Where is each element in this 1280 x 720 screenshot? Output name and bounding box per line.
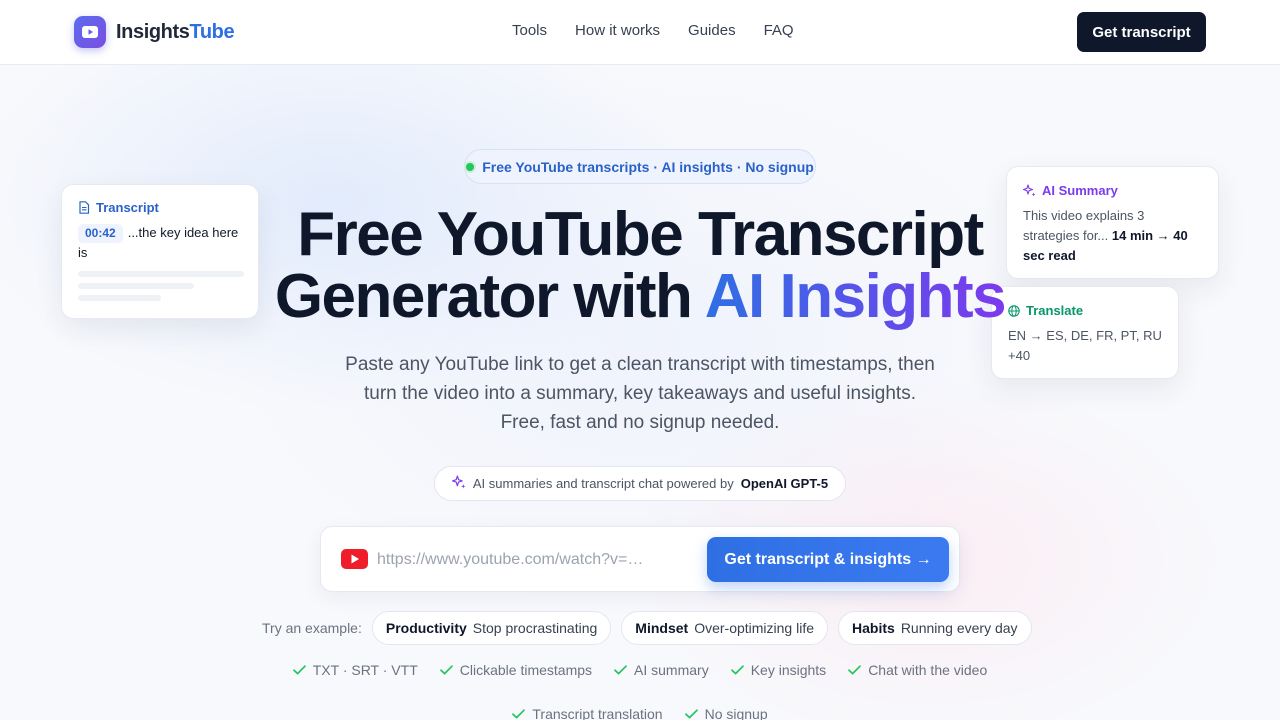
- chip-category: Habits: [852, 620, 895, 636]
- translate-card-body: EN → ES, DE, FR, PT, RU +40: [1008, 328, 1162, 363]
- chip-category: Mindset: [635, 620, 689, 636]
- title-line-2-plain: Generator with: [274, 262, 705, 331]
- get-transcript-insights-button[interactable]: Get transcript & insights →: [707, 537, 949, 582]
- feature-label: Chat with the video: [868, 662, 988, 678]
- chip-text: Running every day: [900, 620, 1018, 636]
- hero-badge-text: Free YouTube transcripts · AI insights ·…: [482, 158, 814, 175]
- powered-by-text: AI summaries and transcript chat powered…: [472, 476, 734, 491]
- page-title: Free YouTube Transcript Generator with A…: [0, 204, 1280, 328]
- feature-label: AI summary: [634, 662, 709, 678]
- sparkle-icon: [451, 475, 466, 492]
- feature-item: AI summary: [614, 662, 709, 678]
- nav-item-how-it-works[interactable]: How it works: [575, 22, 660, 39]
- feature-list-row-2: Transcript translation No signup: [0, 706, 1280, 720]
- get-transcript-button[interactable]: Get transcript: [1077, 12, 1206, 52]
- feature-label: Transcript translation: [532, 706, 663, 720]
- check-icon: [684, 706, 698, 720]
- nav-item-tools[interactable]: Tools: [512, 22, 547, 39]
- examples-label: Try an example:: [262, 620, 362, 636]
- feature-label: TXT · SRT · VTT: [312, 662, 418, 678]
- brand-logo[interactable]: InsightsTube: [74, 16, 235, 48]
- check-icon: [730, 662, 744, 678]
- title-accent: AI Insights: [704, 262, 1007, 331]
- feature-item: Transcript translation: [512, 706, 663, 720]
- chip-text: Over-optimizing life: [694, 620, 815, 636]
- check-icon: [292, 662, 306, 678]
- summary-card-title: AI Summary: [1042, 183, 1118, 198]
- nav-item-guides[interactable]: Guides: [688, 22, 736, 39]
- play-icon: [74, 16, 106, 48]
- brand-name: InsightsTube: [116, 20, 235, 44]
- status-dot: [466, 162, 475, 171]
- example-chip-productivity[interactable]: Productivity Stop procrastinating: [371, 611, 612, 645]
- feature-label: Key insights: [750, 662, 827, 678]
- example-chip-mindset[interactable]: Mindset Over-optimizing life: [621, 611, 829, 645]
- check-icon: [439, 662, 453, 678]
- feature-item: TXT · SRT · VTT: [292, 662, 418, 678]
- feature-item: Key insights: [730, 662, 827, 678]
- brand-name-part2: Tube: [189, 20, 235, 43]
- feature-label: Clickable timestamps: [459, 662, 593, 678]
- summary-card-header: AI Summary: [1023, 183, 1202, 198]
- youtube-url-input[interactable]: [377, 545, 667, 575]
- chip-category: Productivity: [385, 620, 467, 636]
- check-icon: [614, 662, 627, 678]
- powered-by-model: OpenAI GPT-5: [740, 476, 829, 491]
- example-chips: Try an example: Productivity Stop procra…: [262, 611, 1042, 645]
- hero-badge: Free YouTube transcripts · AI insights ·…: [464, 149, 816, 184]
- powered-by-pill: AI summaries and transcript chat powered…: [434, 466, 846, 501]
- title-line-2: Generator with AI Insights: [0, 266, 1280, 328]
- nav-item-faq[interactable]: FAQ: [764, 22, 794, 39]
- sparkle-icon: [1023, 184, 1036, 197]
- title-line-1: Free YouTube Transcript: [297, 200, 984, 269]
- feature-list: TXT · SRT · VTT Clickable timestamps AI …: [0, 662, 1280, 678]
- check-icon: [512, 706, 526, 720]
- url-form: Get transcript & insights →: [320, 526, 960, 592]
- check-icon: [848, 662, 862, 678]
- chip-text: Stop procrastinating: [472, 620, 598, 636]
- feature-item: Clickable timestamps: [439, 662, 593, 678]
- site-header: InsightsTube Tools How it works Guides F…: [0, 0, 1280, 65]
- brand-name-part1: Insights: [116, 20, 190, 43]
- example-chip-habits[interactable]: Habits Running every day: [838, 611, 1032, 645]
- main-nav: Tools How it works Guides FAQ: [512, 22, 822, 39]
- youtube-icon: [341, 549, 368, 574]
- hero-subtitle: Paste any YouTube link to get a clean tr…: [345, 354, 935, 433]
- feature-item: No signup: [684, 706, 768, 720]
- feature-item: Chat with the video: [848, 662, 987, 678]
- feature-label: No signup: [704, 706, 768, 720]
